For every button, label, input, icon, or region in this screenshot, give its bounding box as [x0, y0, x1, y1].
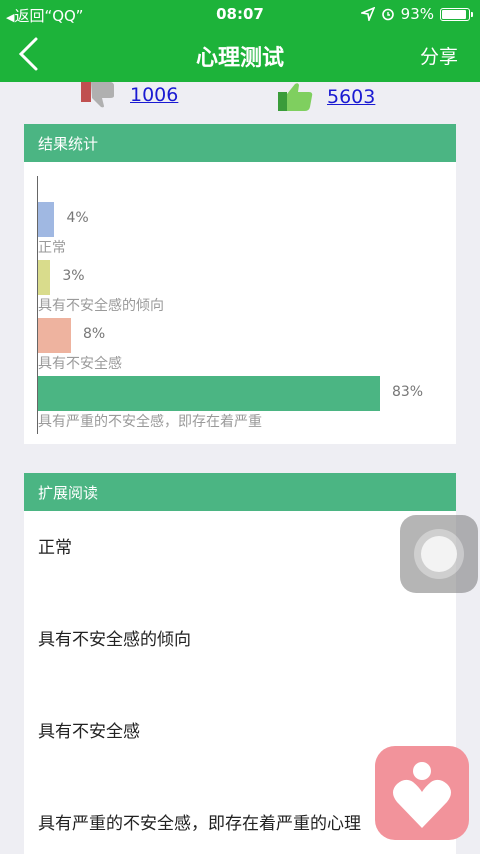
thumbs-up-count[interactable]: 5603	[327, 86, 375, 108]
thumbs-up-icon	[278, 83, 313, 111]
results-header: 结果统计	[24, 124, 456, 162]
location-icon	[360, 7, 375, 21]
results-chart: 4% 正常 3% 具有不安全感的倾向 8% 具有不安全感 83% 具有严重的不安全感，即存在着…	[24, 162, 456, 444]
results-card: 结果统计 4% 正常 3% 具有不安全感的倾向 8% 具有不安全感 83% 具有严重的不安全感…	[24, 124, 456, 444]
chart-category-label: 具有不安全感	[38, 356, 122, 372]
reading-item-normal[interactable]: 正常	[24, 511, 456, 603]
chart-bar	[38, 202, 55, 237]
thumbs-down-vote[interactable]: 1006	[80, 82, 178, 108]
thumbs-up-vote[interactable]: 5603	[277, 82, 375, 112]
assistive-touch-center	[421, 536, 457, 572]
heart-person-icon	[393, 762, 451, 828]
battery-icon	[440, 7, 473, 21]
status-bar: ◀返回“QQ” 08:07 93%	[0, 0, 480, 28]
nav-bar: 心理测试 分享	[0, 28, 480, 82]
alarm-icon	[381, 8, 394, 21]
thumbs-down-icon	[81, 82, 114, 108]
chart-category-label: 正常	[38, 240, 66, 256]
chart-value-label: 4%	[66, 210, 89, 226]
battery-percent: 93%	[400, 5, 434, 23]
chart-bar	[38, 376, 380, 411]
chart-bar	[38, 318, 71, 353]
status-right: 93%	[360, 5, 473, 23]
chart-value-label: 83%	[391, 384, 424, 400]
reading-item-tendency[interactable]: 具有不安全感的倾向	[24, 603, 456, 695]
chart-bar	[38, 260, 51, 295]
chart-value-label: 3%	[62, 268, 85, 284]
thumbs-down-count[interactable]: 1006	[130, 84, 178, 106]
share-button[interactable]: 分享	[420, 42, 458, 69]
vote-row: 1006 5603	[0, 82, 480, 112]
assistive-touch-button[interactable]	[400, 515, 478, 593]
page-title: 心理测试	[195, 46, 284, 71]
floating-app-button[interactable]	[375, 746, 469, 840]
chart-value-label: 8%	[82, 326, 106, 342]
chart-category-label: 具有严重的不安全感，即存在着严重	[38, 414, 262, 430]
chart-category-label: 具有不安全感的倾向	[38, 298, 164, 314]
reading-header: 扩展阅读	[24, 473, 456, 511]
